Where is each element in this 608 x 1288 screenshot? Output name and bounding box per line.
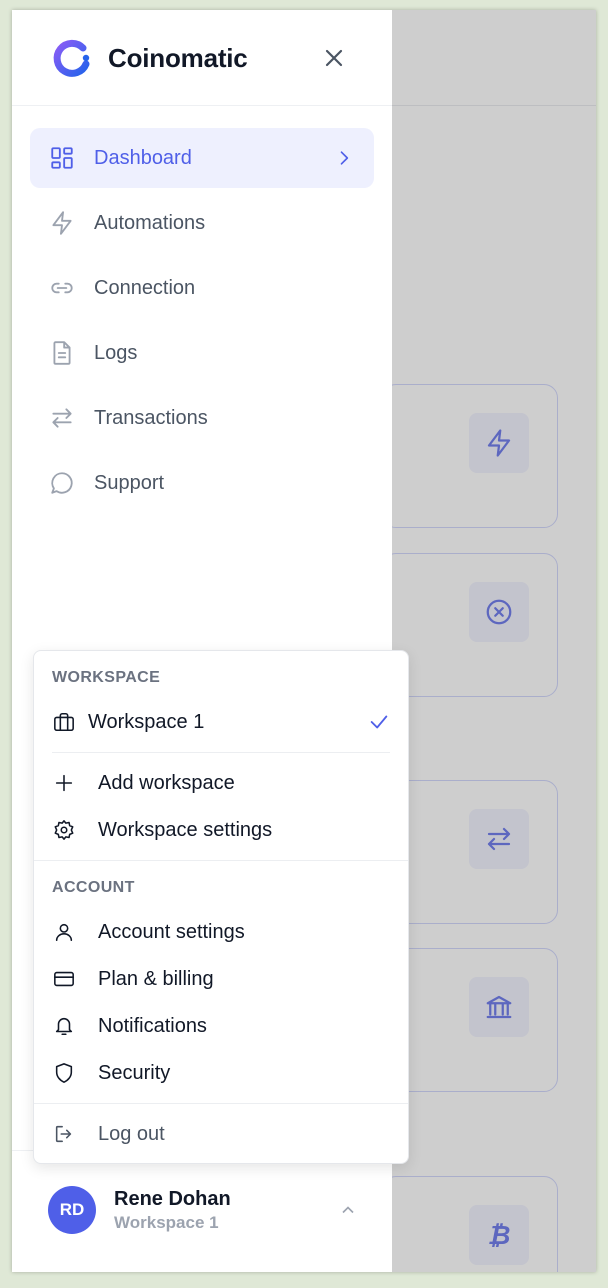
divider <box>52 752 390 753</box>
logout-icon <box>52 1122 76 1146</box>
shield-icon <box>52 1061 76 1085</box>
checkmark-icon <box>368 711 390 733</box>
workspace-item[interactable]: Workspace 1 <box>52 702 392 742</box>
menu-item-label: Workspace settings <box>98 818 273 841</box>
menu-section-title: ACCOUNT <box>52 879 135 896</box>
user-dropdown-menu: WORKSPACE Workspace 1 Add workspace Work… <box>33 650 409 1164</box>
sidebar-item-label: Support <box>94 471 165 494</box>
coinomatic-logo-icon <box>53 39 90 77</box>
workspace-settings-button[interactable]: Workspace settings <box>52 810 392 850</box>
sidebar-item-automations[interactable]: Automations <box>30 193 374 253</box>
close-icon <box>325 49 343 67</box>
link-icon <box>48 274 76 302</box>
menu-item-label: Add workspace <box>98 771 235 794</box>
menu-item-label: Security <box>98 1061 171 1084</box>
gear-icon <box>52 818 76 842</box>
logout-button[interactable]: Log out <box>52 1114 392 1154</box>
sidebar-item-label: Connection <box>94 276 196 299</box>
account-settings-button[interactable]: Account settings <box>52 912 392 952</box>
menu-item-label: Notifications <box>98 1014 207 1037</box>
add-workspace-button[interactable]: Add workspace <box>52 763 392 803</box>
divider <box>34 1103 408 1104</box>
logo: Coinomatic <box>50 38 248 78</box>
workspace-label: Workspace 1 <box>88 710 205 733</box>
sidebar-item-label: Logs <box>94 341 138 364</box>
menu-item-label: Log out <box>98 1122 165 1145</box>
user-name: Rene Dohan <box>114 1188 231 1210</box>
plus-icon <box>52 771 76 795</box>
user-info: Rene Dohan Workspace 1 <box>114 1186 231 1234</box>
app-name: Coinomatic <box>108 42 248 73</box>
arrows-swap-icon <box>48 404 76 432</box>
menu-item-label: Plan & billing <box>98 967 214 990</box>
chevron-right-icon <box>334 148 354 168</box>
divider <box>34 860 408 861</box>
divider <box>12 105 392 106</box>
chat-bubble-icon <box>48 469 76 497</box>
sidebar-item-label: Dashboard <box>94 146 192 169</box>
document-icon <box>48 339 76 367</box>
sidebar-item-label: Automations <box>94 211 206 234</box>
modal-overlay[interactable] <box>392 10 596 1272</box>
close-sidebar-button[interactable] <box>318 42 350 74</box>
sidebar-nav: Dashboard Automations Connection Logs Tr… <box>30 128 374 518</box>
avatar: RD <box>48 1186 96 1234</box>
briefcase-icon <box>52 710 76 734</box>
user-workspace: Workspace 1 <box>114 1213 219 1232</box>
sidebar-item-label: Transactions <box>94 406 208 429</box>
lightning-icon <box>48 209 76 237</box>
dashboard-grid-icon <box>48 144 76 172</box>
user-icon <box>52 920 76 944</box>
notifications-button[interactable]: Notifications <box>52 1006 392 1046</box>
user-menu-toggle[interactable]: RD Rene Dohan Workspace 1 <box>48 1182 358 1238</box>
app-window: ₿ Coinomatic Dashboard Automations Conne… <box>12 10 596 1272</box>
bell-icon <box>52 1014 76 1038</box>
credit-card-icon <box>52 967 76 991</box>
plan-billing-button[interactable]: Plan & billing <box>52 959 392 999</box>
sidebar-item-dashboard[interactable]: Dashboard <box>30 128 374 188</box>
security-button[interactable]: Security <box>52 1053 392 1093</box>
sidebar-item-connection[interactable]: Connection <box>30 258 374 318</box>
menu-item-label: Account settings <box>98 920 245 943</box>
sidebar-item-transactions[interactable]: Transactions <box>30 388 374 448</box>
sidebar-item-logs[interactable]: Logs <box>30 323 374 383</box>
chevron-up-icon <box>338 1200 358 1220</box>
menu-section-title: WORKSPACE <box>52 669 161 686</box>
sidebar-item-support[interactable]: Support <box>30 453 374 513</box>
